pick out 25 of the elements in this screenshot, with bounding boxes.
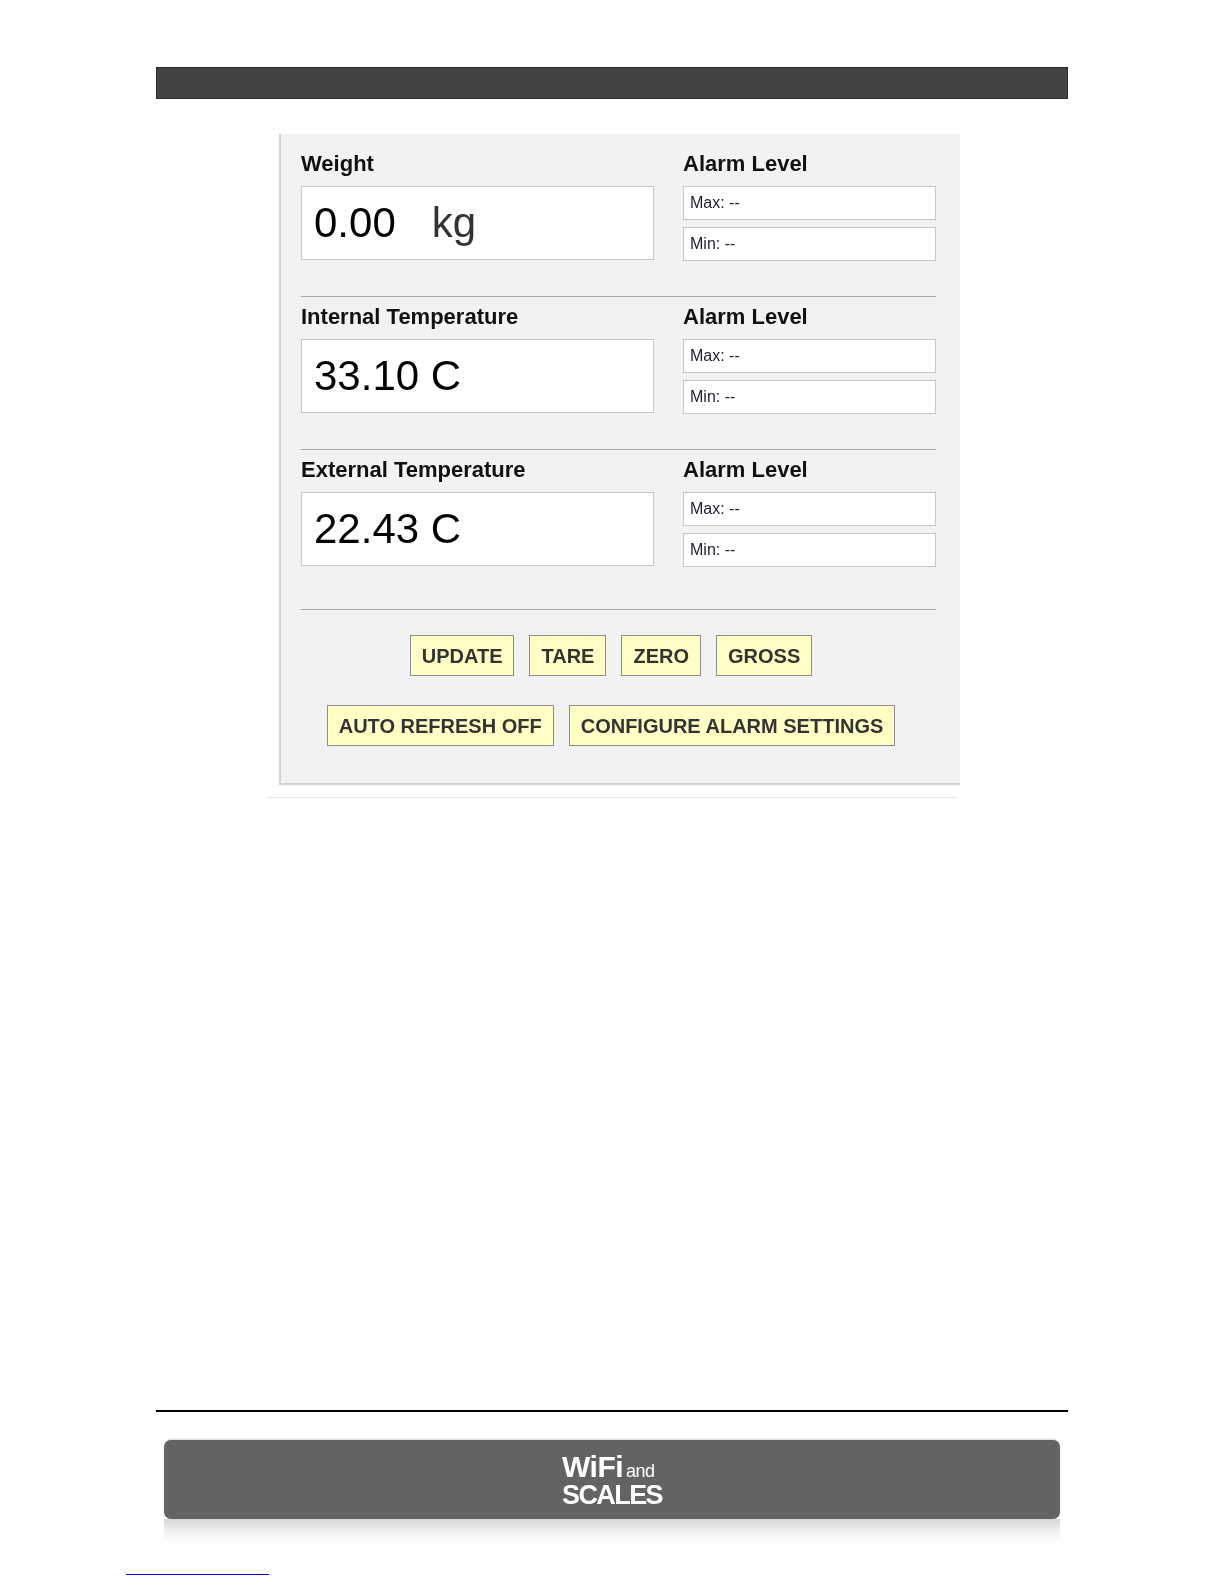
alarm-level-label: Alarm Level	[683, 151, 809, 177]
action-button[interactable]: TARE	[529, 635, 607, 676]
action-button[interactable]: AUTO REFRESH OFF	[326, 705, 554, 746]
alarm-level-label: Alarm Level	[683, 457, 809, 483]
action-button[interactable]: CONFIGURE ALARM SETTINGS	[568, 705, 896, 746]
logo-text: WiFi	[562, 1452, 624, 1482]
alarm-min-field: Min: --	[683, 533, 936, 567]
reading-label: Weight	[301, 151, 375, 177]
action-button[interactable]: GROSS	[716, 635, 813, 676]
action-button[interactable]: ZERO	[621, 635, 701, 676]
reading-value: 33.10 C	[314, 351, 462, 401]
reading-unit: kg	[431, 198, 477, 248]
alarm-max-field: Max: --	[683, 186, 936, 220]
reading-value: 22.43 C	[314, 504, 462, 554]
logo-text: SCALES	[562, 1482, 662, 1509]
reading-label: External Temperature	[301, 457, 527, 483]
alarm-level-label: Alarm Level	[683, 304, 809, 330]
alarm-max-field: Max: --	[683, 492, 936, 526]
action-button[interactable]: UPDATE	[409, 635, 515, 676]
reading-label: Internal Temperature	[301, 304, 520, 330]
alarm-max-field: Max: --	[683, 339, 936, 373]
alarm-min-field: Min: --	[683, 227, 936, 261]
logo-text: and	[626, 1460, 655, 1483]
alarm-min-field: Min: --	[683, 380, 936, 414]
reading-value: 0.00	[314, 198, 396, 248]
